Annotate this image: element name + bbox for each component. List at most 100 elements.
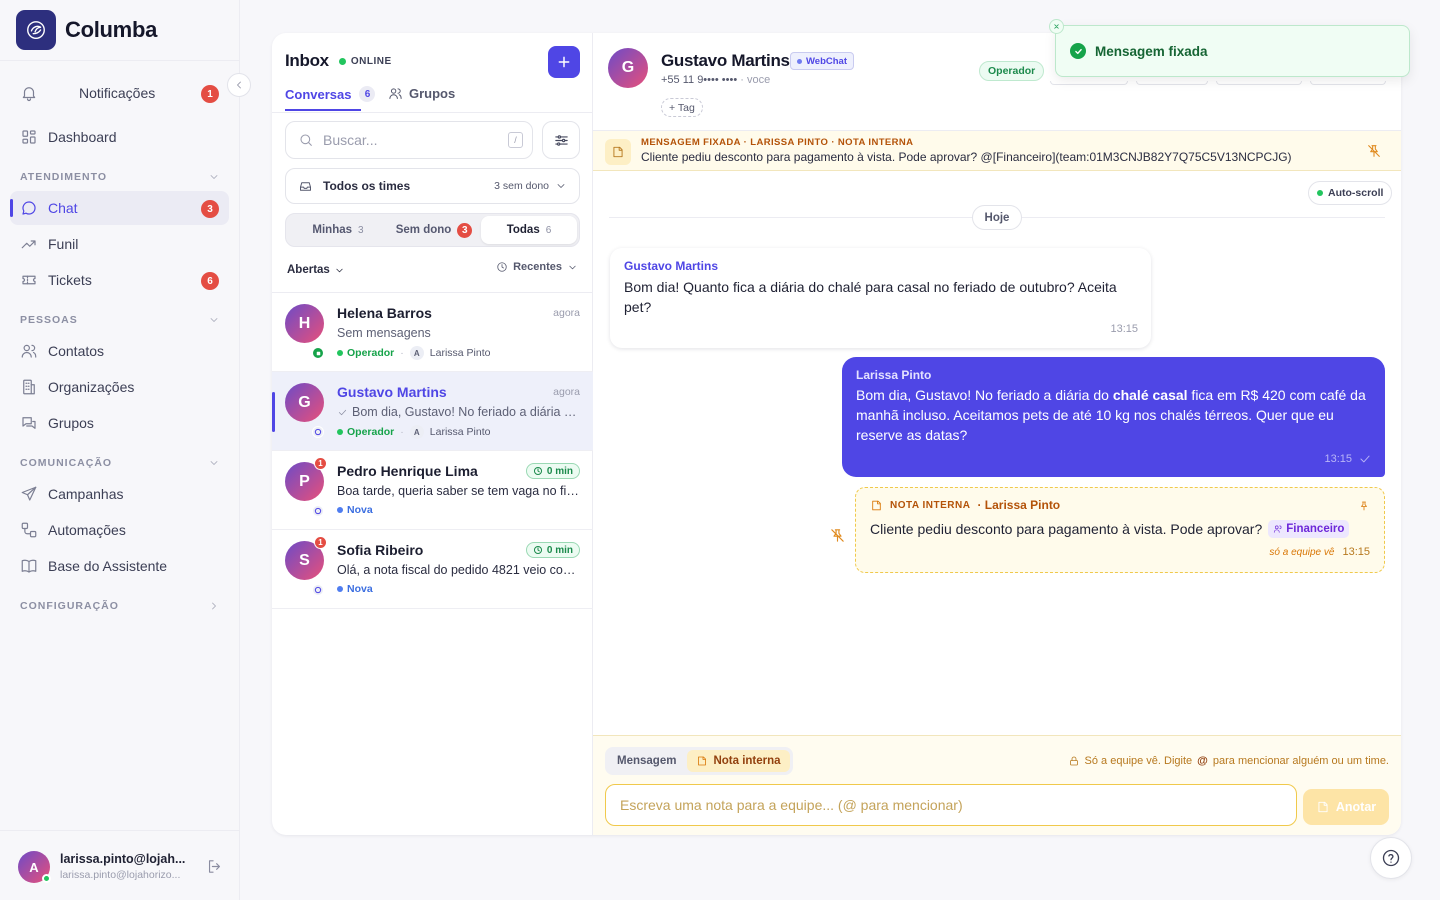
filter-button[interactable] — [542, 121, 580, 159]
users-icon — [389, 88, 402, 99]
unpin-icon[interactable] — [1366, 143, 1382, 159]
contact-name: Sofia Ribeiro — [337, 542, 424, 558]
sidebar-item-contatos[interactable]: Contatos — [10, 334, 229, 368]
avatar-initial: G — [621, 59, 635, 76]
contact-avatar: H — [285, 304, 324, 343]
agent-name: Larissa Pinto — [429, 426, 491, 438]
collapse-sidebar-button[interactable] — [227, 73, 251, 97]
tab-conversas[interactable]: Conversas 6 — [285, 86, 376, 102]
sidebar-item-notificacoes[interactable]: Notificações 1 — [10, 76, 229, 110]
building-icon — [23, 379, 35, 395]
unread-badge: 1 — [314, 457, 327, 470]
segment-todas[interactable]: Todas 6 — [481, 216, 577, 244]
help-button[interactable] — [1370, 837, 1412, 879]
phone-suffix: · voce — [740, 74, 771, 86]
sidebar-item-grupos[interactable]: Grupos — [10, 406, 229, 440]
chevron-down-icon — [557, 184, 565, 188]
composer: Mensagem Nota interna Só a equipe vê. Di… — [593, 735, 1401, 835]
conversation-item[interactable]: S 1 Sofia Ribeiro 0 min Olá, a nota fisc… — [272, 530, 593, 609]
message-text-bold: chalé casal — [1112, 387, 1188, 403]
chevron-down-icon — [210, 461, 218, 465]
note-time: 13:15 — [1342, 546, 1370, 558]
conversation-item[interactable]: H Helena Barros agora Sem mensagens Oper… — [272, 293, 593, 372]
sidebar-item-label: Chat — [48, 200, 78, 216]
toast-text: Mensagem fixada — [1095, 43, 1208, 59]
user-menu[interactable]: A larissa.pinto@lojah... larissa.pinto@l… — [0, 830, 240, 900]
sidebar-item-organizacoes[interactable]: Organizações — [10, 370, 229, 404]
sidebar-item-label: Automações — [48, 522, 126, 538]
dashboard-icon — [22, 130, 36, 144]
sidebar-item-label: Funil — [48, 236, 79, 252]
tab-label: Grupos — [409, 86, 456, 101]
unpin-icon[interactable] — [829, 527, 846, 544]
auto-scroll-label: Auto-scroll — [1328, 187, 1384, 199]
pinned-message-bar[interactable]: MENSAGEM FIXADA · LARISSA PINTO · NOTA I… — [593, 131, 1401, 171]
segment-sem-dono[interactable]: Sem dono 3 — [386, 216, 482, 244]
sidebar-item-tickets[interactable]: Tickets 6 — [10, 263, 229, 297]
segment-label: Minhas — [312, 224, 353, 236]
auto-scroll-toggle[interactable]: Auto-scroll — [1308, 181, 1393, 205]
submit-note-button[interactable]: Anotar — [1303, 789, 1389, 825]
section-label: COMUNICAÇÃO — [20, 457, 113, 469]
header-action-button[interactable] — [1310, 81, 1386, 85]
sort-dropdown[interactable]: Recentes — [496, 261, 578, 273]
logout-icon[interactable] — [206, 858, 223, 875]
internal-note[interactable]: NOTA INTERNA · Larissa Pinto Cliente ped… — [855, 487, 1385, 573]
chat-count-badge: 3 — [201, 200, 219, 218]
check-icon — [1360, 455, 1370, 463]
team-select[interactable]: Todos os times 3 sem dono — [285, 168, 580, 204]
send-icon — [21, 486, 37, 501]
conversation-item[interactable]: P 1 Pedro Henrique Lima 0 min Boa tarde,… — [272, 451, 593, 530]
day-separator: Hoje — [972, 205, 1022, 230]
sidebar-item-dashboard[interactable]: Dashboard — [10, 120, 229, 154]
sidebar-item-chat[interactable]: Chat 3 — [10, 191, 229, 225]
conversation-item-selected[interactable]: G Gustavo Martins agora Bom dia, Gustavo… — [272, 372, 593, 451]
agent-name: Larissa Pinto — [429, 347, 491, 359]
add-tag-button[interactable]: + Tag — [661, 98, 703, 117]
note-input[interactable]: Escreva uma nota para a equipe... (@ par… — [605, 784, 1297, 826]
contact-avatar: G — [285, 383, 324, 422]
tab-nota-interna[interactable]: Nota interna — [687, 750, 790, 772]
users-icon — [21, 344, 37, 358]
chevron-down-icon — [210, 318, 218, 322]
status-label: Operador — [347, 426, 395, 438]
note-visibility: só a equipe vê — [1269, 546, 1335, 558]
header-action-button[interactable] — [1050, 81, 1128, 85]
tab-label: Conversas — [285, 86, 352, 102]
outgoing-message[interactable]: Larissa Pinto Bom dia, Gustavo! No feria… — [842, 357, 1385, 477]
header-action-button[interactable] — [1136, 81, 1208, 85]
sidebar-item-base-do-assistente[interactable]: Base do Assistente — [10, 549, 229, 583]
contact-avatar[interactable]: G — [608, 48, 648, 88]
sla-timer: 0 min — [525, 542, 580, 558]
status-text: ONLINE — [350, 55, 392, 67]
close-icon — [1054, 24, 1059, 29]
segment-count: 6 — [545, 224, 552, 236]
conversation-meta: Operador · A Larissa Pinto — [337, 346, 490, 360]
section-comunicacao[interactable]: COMUNICAÇÃO — [20, 457, 220, 469]
message-author: Gustavo Martins — [624, 259, 719, 273]
webchat-icon — [312, 505, 324, 517]
search-input[interactable]: Buscar... / — [285, 121, 533, 159]
status-label: Operador — [347, 347, 395, 359]
status-filter-dropdown[interactable]: Abertas — [287, 264, 345, 276]
section-pessoas[interactable]: PESSOAS — [20, 314, 220, 326]
sidebar-item-funil[interactable]: Funil — [10, 227, 229, 261]
sidebar-item-campanhas[interactable]: Campanhas — [10, 477, 229, 511]
channel-dot — [797, 58, 802, 64]
tab-grupos[interactable]: Grupos — [388, 86, 455, 101]
team-mention-chip[interactable]: Financeiro — [1268, 520, 1350, 538]
section-configuracao[interactable]: CONFIGURAÇÃO — [20, 600, 220, 612]
tab-mensagem[interactable]: Mensagem — [608, 750, 685, 772]
contact-phone: +55 11 9•••• •••• · voce — [661, 74, 770, 86]
note-header: NOTA INTERNA · Larissa Pinto — [870, 498, 1060, 512]
new-conversation-button[interactable] — [548, 46, 580, 78]
section-atendimento[interactable]: ATENDIMENTO — [20, 171, 220, 183]
header-action-button[interactable] — [1216, 81, 1302, 85]
close-toast-button[interactable] — [1049, 19, 1064, 34]
brand[interactable]: Columba — [16, 10, 157, 50]
segment-minhas[interactable]: Minhas 3 — [290, 216, 386, 244]
sidebar-item-automacoes[interactable]: Automações — [10, 513, 229, 547]
status-dot — [337, 350, 343, 356]
incoming-message[interactable]: Gustavo Martins Bom dia! Quanto fica a d… — [610, 248, 1151, 348]
pin-icon[interactable] — [1358, 500, 1370, 512]
